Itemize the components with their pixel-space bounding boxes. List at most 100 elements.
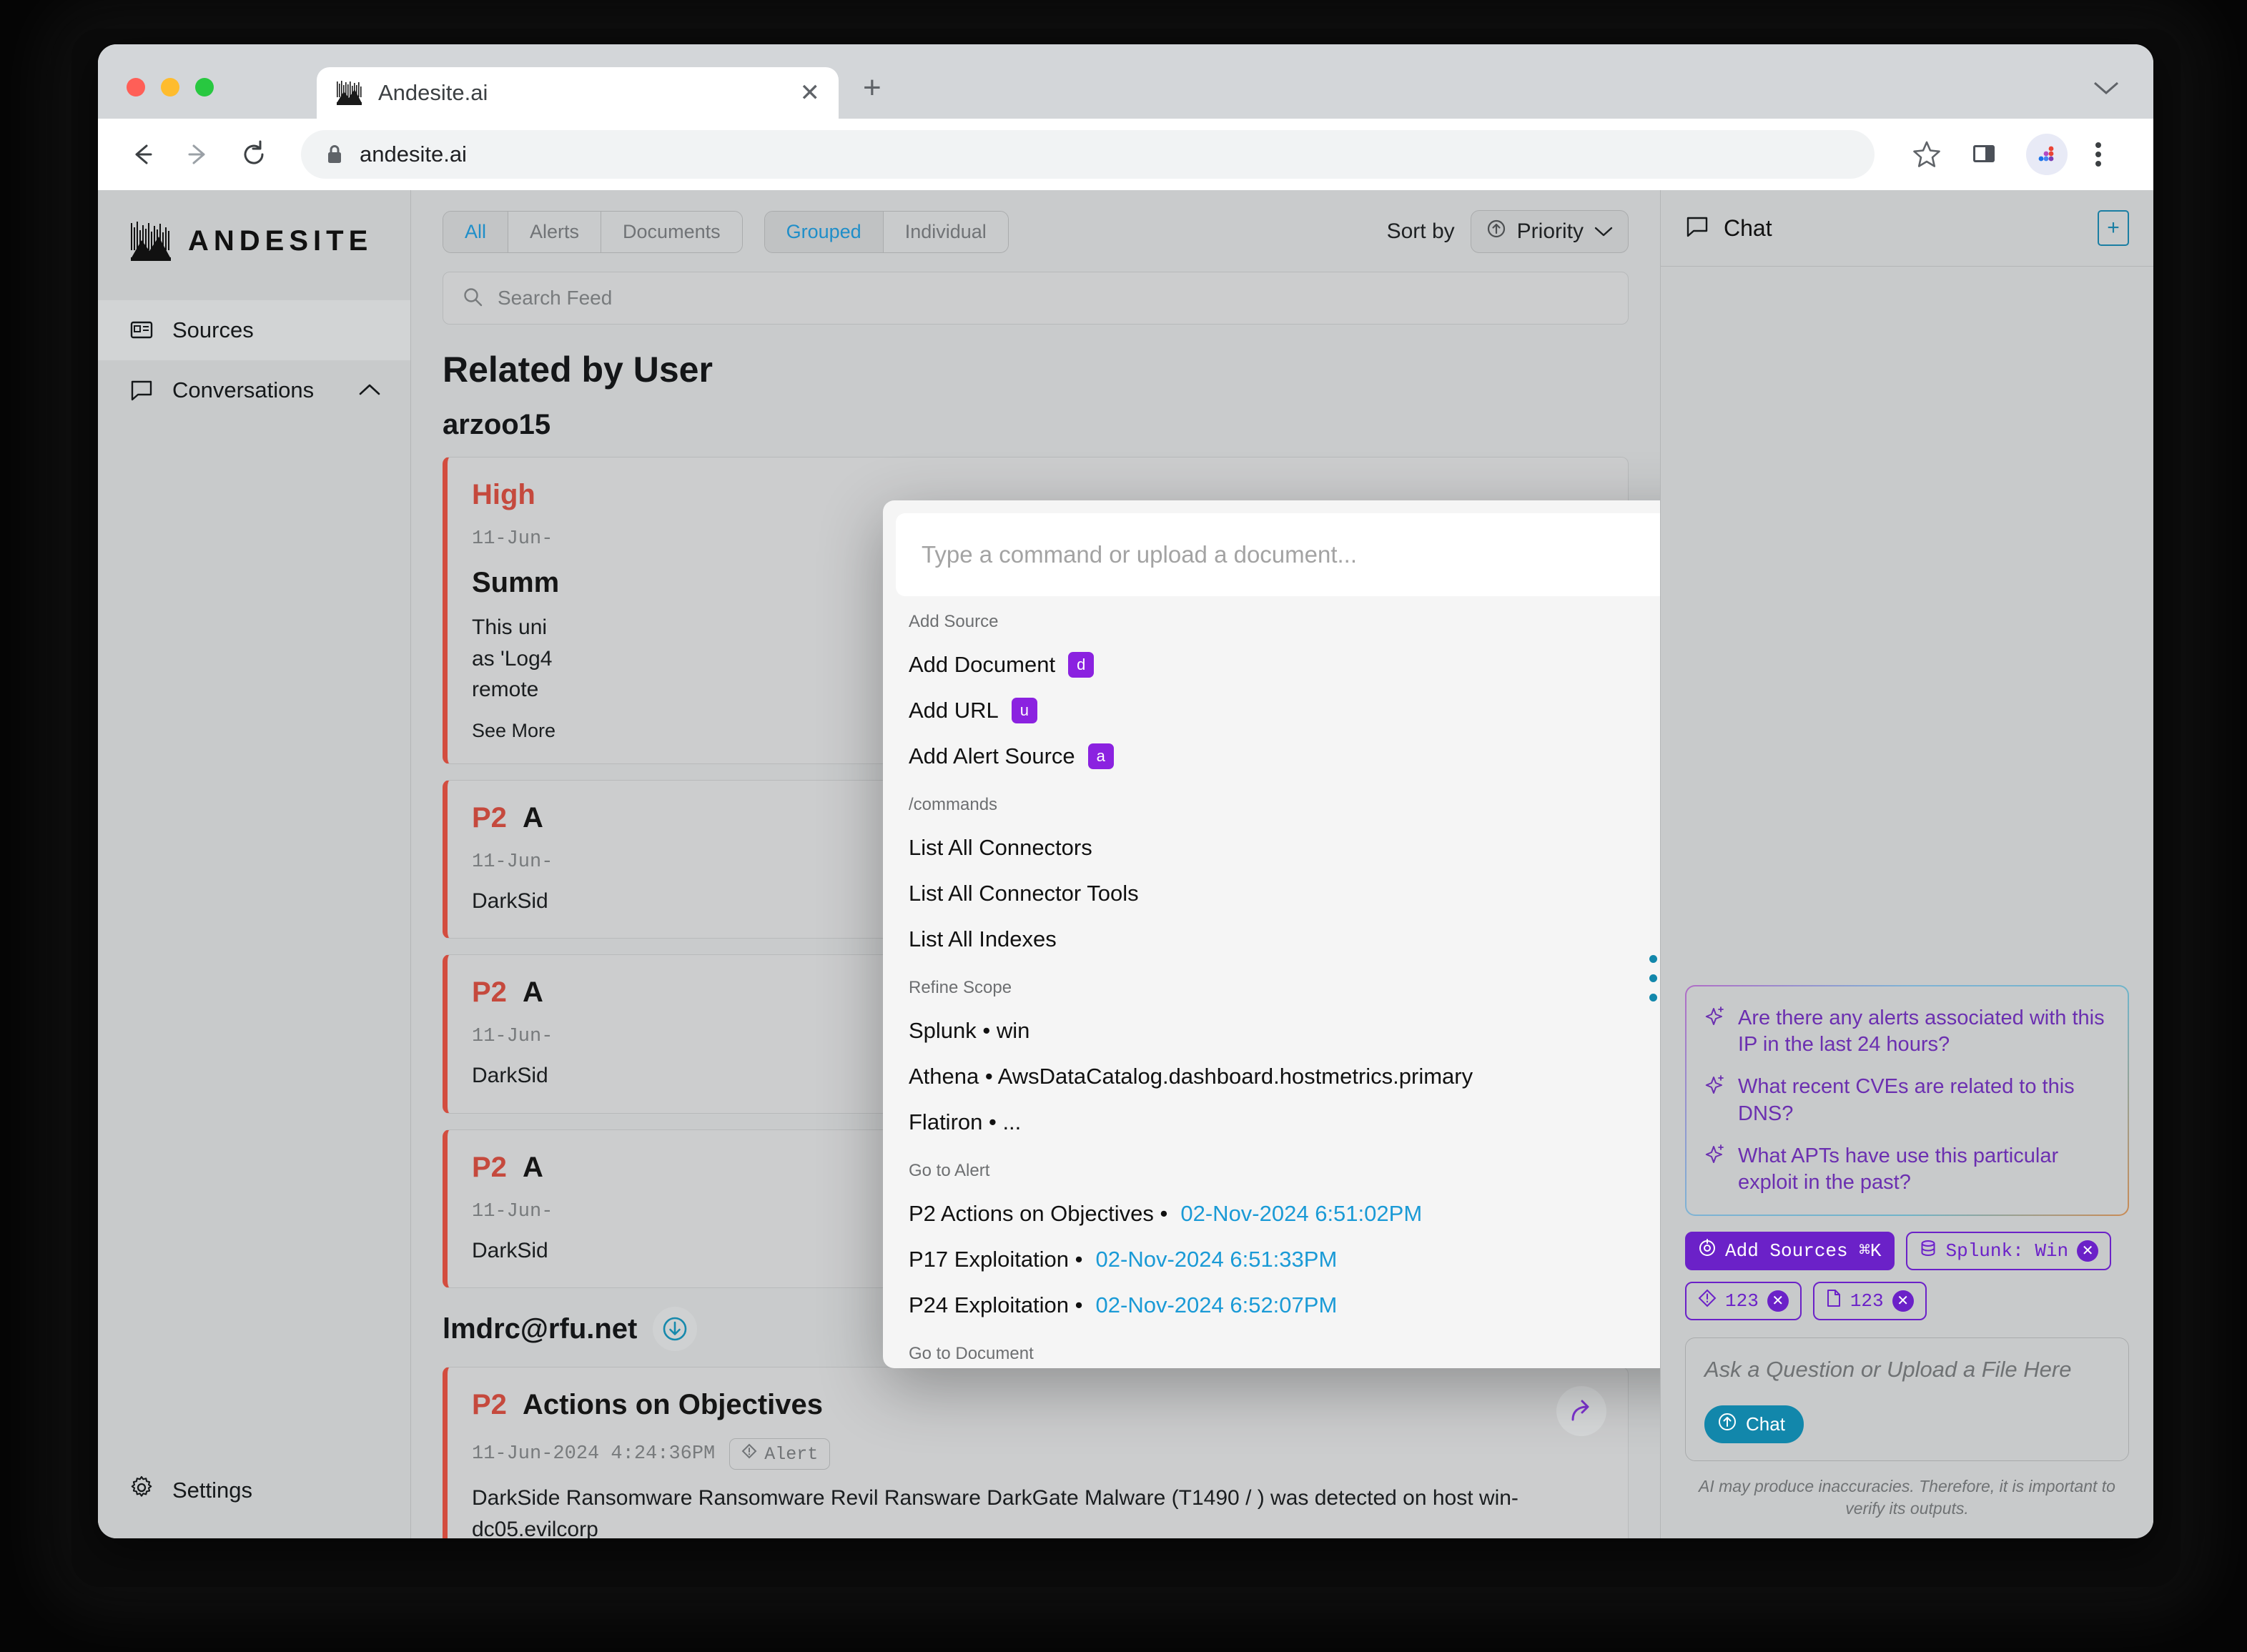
command-list: Add Source Add Document d Add URL u Add …	[883, 612, 1660, 1368]
app-sidebar: ANDESITE Sources Conversations	[98, 190, 411, 1538]
star-icon[interactable]	[1912, 139, 1943, 170]
add-sources-button[interactable]: Add Sources ⌘K	[1685, 1232, 1895, 1270]
sidebar-item-label: Sources	[172, 317, 382, 343]
chat-suggestion[interactable]: Are there any alerts associated with thi…	[1704, 1005, 2110, 1058]
command-input-placeholder: Type a command or upload a document...	[922, 541, 1357, 568]
sidebar-spacer	[98, 420, 410, 1454]
close-icon[interactable]: ✕	[2077, 1240, 2098, 1262]
command-item-goto-alert[interactable]: P2 Actions on Objectives • 02-Nov-2024 6…	[909, 1191, 1660, 1237]
close-icon[interactable]: ✕	[1892, 1290, 1914, 1312]
sidebar-item-conversations[interactable]: Conversations	[98, 360, 410, 420]
chat-input-container[interactable]: Ask a Question or Upload a File Here Cha…	[1685, 1337, 2129, 1461]
command-item-label: Add Document	[909, 652, 1055, 678]
chat-suggestion[interactable]: What recent CVEs are related to this DNS…	[1704, 1074, 2110, 1127]
screen-frame: Andesite.ai ✕ + andesite.	[0, 0, 2247, 1652]
chat-suggestion-text: Are there any alerts associated with thi…	[1738, 1005, 2110, 1058]
forward-arrow-icon[interactable]	[182, 139, 214, 170]
sidebar-item-label: Settings	[172, 1478, 252, 1503]
chat-input-placeholder: Ask a Question or Upload a File Here	[1704, 1357, 2110, 1383]
chip-label: 123	[1850, 1290, 1884, 1312]
keyboard-shortcut-badge: d	[1068, 652, 1094, 678]
sidebar-item-sources[interactable]: Sources	[98, 300, 410, 360]
command-item-list-all-indexes[interactable]: List All Indexes	[909, 916, 1660, 962]
side-panel-icon[interactable]	[1969, 139, 2000, 170]
chip-label: 123	[1725, 1290, 1759, 1312]
source-chip-document[interactable]: 123 ✕	[1813, 1282, 1927, 1320]
browser-tab-title: Andesite.ai	[378, 80, 800, 106]
browser-toolbar: andesite.ai	[98, 119, 2153, 190]
sidebar-item-settings[interactable]: Settings	[98, 1454, 410, 1538]
browser-tab[interactable]: Andesite.ai ✕	[317, 67, 839, 119]
chat-suggestion-text: What recent CVEs are related to this DNS…	[1738, 1074, 2110, 1127]
app-logo-text: ANDESITE	[188, 225, 372, 257]
command-item-scope-flatiron[interactable]: Flatiron • ...	[909, 1099, 1660, 1145]
command-item-detail: 02-Nov-2024 6:51:33PM	[1096, 1247, 1338, 1272]
chat-send-label: Chat	[1746, 1413, 1785, 1435]
command-group-header: Add Source	[909, 612, 1660, 632]
browser-window: Andesite.ai ✕ + andesite.	[98, 44, 2153, 1538]
close-icon[interactable]: ✕	[800, 81, 821, 105]
sources-card-icon	[129, 318, 154, 342]
minimize-window-button[interactable]	[161, 78, 179, 97]
address-bar-url: andesite.ai	[360, 142, 467, 167]
new-chat-plus-icon[interactable]: +	[2098, 210, 2129, 246]
arrow-up-circle-icon	[1717, 1412, 1737, 1437]
command-item-add-alert-source[interactable]: Add Alert Source a	[909, 733, 1660, 779]
app-root: ANDESITE Sources Conversations	[98, 190, 2153, 1538]
extensions-dots-icon[interactable]	[2026, 134, 2068, 175]
chat-suggestions: Are there any alerts associated with thi…	[1685, 985, 2129, 1216]
command-item-goto-alert[interactable]: P17 Exploitation • 02-Nov-2024 6:51:33PM	[909, 1237, 1660, 1282]
document-icon	[1826, 1289, 1842, 1313]
chip-label: Splunk: Win	[1946, 1240, 2069, 1262]
command-item-label: P24 Exploitation •	[909, 1292, 1083, 1318]
chat-send-button[interactable]: Chat	[1704, 1405, 1804, 1443]
command-group-header: Refine Scope	[909, 978, 1660, 998]
close-window-button[interactable]	[127, 78, 145, 97]
chat-suggestion[interactable]: What APTs have use this particular explo…	[1704, 1143, 2110, 1196]
target-icon	[1698, 1239, 1717, 1263]
three-dot-menu-icon[interactable]	[2093, 139, 2125, 170]
chip-label: Add Sources ⌘K	[1725, 1240, 1882, 1262]
command-item-goto-alert[interactable]: P24 Exploitation • 02-Nov-2024 6:52:07PM	[909, 1282, 1660, 1328]
command-item-label: P17 Exploitation •	[909, 1247, 1083, 1272]
command-item-scope-athena[interactable]: Athena • AwsDataCatalog.dashboard.hostme…	[909, 1054, 1660, 1099]
maximize-window-button[interactable]	[195, 78, 214, 97]
window-traffic-lights[interactable]	[127, 78, 214, 97]
chevron-up-icon[interactable]	[357, 377, 382, 403]
plus-icon[interactable]: +	[863, 79, 881, 97]
drag-dots-icon[interactable]	[1649, 955, 1657, 1001]
source-chip-alert[interactable]: 123 ✕	[1685, 1282, 1802, 1320]
reload-icon[interactable]	[238, 139, 270, 170]
command-item-add-url[interactable]: Add URL u	[909, 688, 1660, 733]
chat-source-chips: Add Sources ⌘K Splunk: Win ✕ 123	[1661, 1216, 2153, 1320]
gear-icon	[129, 1475, 154, 1505]
back-arrow-icon[interactable]	[127, 139, 158, 170]
command-item-add-document[interactable]: Add Document d	[909, 642, 1660, 688]
command-group-header: Go to Alert	[909, 1161, 1660, 1181]
command-input[interactable]: Type a command or upload a document...	[896, 513, 1660, 596]
command-item-list-all-connectors[interactable]: List All Connectors	[909, 825, 1660, 871]
chat-bubble-icon	[1685, 214, 1709, 242]
source-chip-splunk[interactable]: Splunk: Win ✕	[1906, 1232, 2112, 1270]
command-item-detail: 02-Nov-2024 6:51:02PM	[1180, 1201, 1422, 1227]
close-icon[interactable]: ✕	[1767, 1290, 1789, 1312]
command-item-label: Add Alert Source	[909, 743, 1075, 769]
sparkle-icon	[1704, 1143, 1725, 1168]
keyboard-shortcut-badge: a	[1088, 743, 1114, 769]
chat-panel-header: Chat +	[1661, 190, 2153, 267]
andesite-mountain-icon	[129, 219, 174, 263]
sparkle-icon	[1704, 1005, 1725, 1030]
command-item-scope-splunk[interactable]: Splunk • win	[909, 1008, 1660, 1054]
address-bar[interactable]: andesite.ai	[301, 130, 1875, 179]
command-group-header: /commands	[909, 795, 1660, 815]
command-item-list-all-connector-tools[interactable]: List All Connector Tools	[909, 871, 1660, 916]
app-logo[interactable]: ANDESITE	[98, 190, 410, 300]
chat-message-area	[1661, 267, 2153, 985]
chevron-down-icon[interactable]	[2092, 79, 2120, 101]
chat-panel: Chat + Are there any alerts associated w…	[1660, 190, 2153, 1538]
database-icon	[1919, 1239, 1937, 1263]
keyboard-shortcut-badge: u	[1012, 698, 1037, 723]
ai-disclaimer: AI may produce inaccuracies. Therefore, …	[1661, 1461, 2153, 1538]
command-item-detail: 02-Nov-2024 6:52:07PM	[1096, 1292, 1338, 1318]
sparkle-icon	[1704, 1074, 1725, 1099]
